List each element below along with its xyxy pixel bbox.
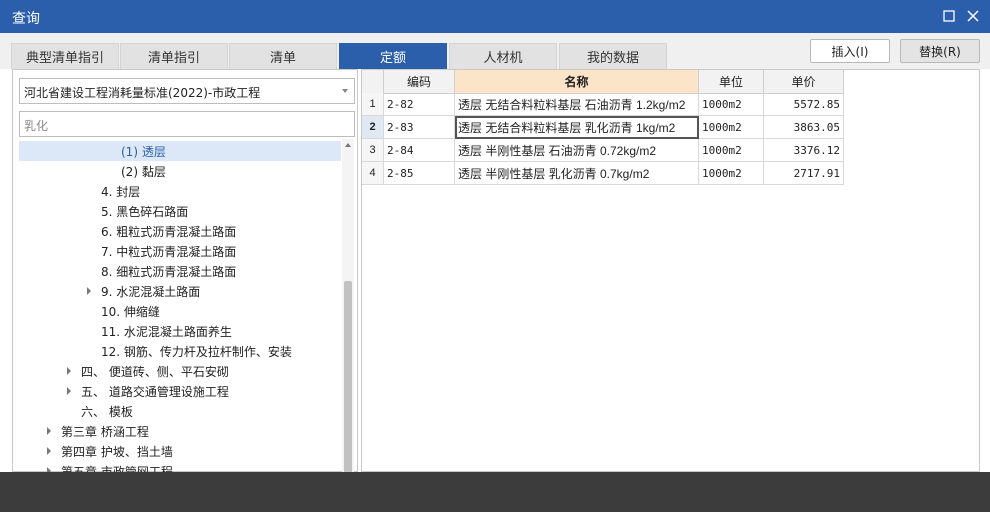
cell-price[interactable]: 5572.85 <box>764 93 844 116</box>
expand-arrow-icon[interactable] <box>67 387 71 395</box>
tree-item[interactable]: 10. 伸缩缝 <box>19 301 341 321</box>
cell-code[interactable]: 2-83 <box>384 116 455 139</box>
grid-header-name[interactable]: 名称 <box>455 70 699 94</box>
tree-item[interactable]: (1) 透层 <box>19 141 341 161</box>
maximize-icon[interactable] <box>938 5 960 27</box>
cell-unit[interactable]: 1000m2 <box>699 116 764 139</box>
cell-price[interactable]: 2717.91 <box>764 162 844 185</box>
tree-item-label: 11. 水泥混凝土路面养生 <box>101 324 232 339</box>
tab-quota[interactable]: 定额 <box>339 43 447 69</box>
row-number[interactable]: 2 <box>362 116 384 139</box>
search-input[interactable]: 乳化 <box>19 111 355 137</box>
tree-item-label: 12. 钢筋、传力杆及拉杆制作、安装 <box>101 344 292 359</box>
insert-button[interactable]: 插入(I) <box>810 39 890 63</box>
tree-item-label: (2) 黏层 <box>121 164 166 179</box>
cell-unit[interactable]: 1000m2 <box>699 139 764 162</box>
scroll-up-icon[interactable] <box>345 143 351 147</box>
dialog-title: 查询 <box>12 11 40 27</box>
tree-item[interactable]: (2) 黏层 <box>19 161 341 181</box>
tree-item-label: 六、 模板 <box>81 404 133 419</box>
taskbar <box>0 472 990 512</box>
tree-item[interactable]: 第三章 桥涵工程 <box>19 421 341 441</box>
tab-labor-material-machine[interactable]: 人材机 <box>449 43 557 69</box>
tree-item[interactable]: 五、 道路交通管理设施工程 <box>19 381 341 401</box>
tree-item[interactable]: 六、 模板 <box>19 401 341 421</box>
library-select[interactable]: 河北省建设工程消耗量标准(2022)-市政工程 <box>19 78 355 104</box>
grid-header-price[interactable]: 单价 <box>764 70 844 94</box>
tree-item-label: 10. 伸缩缝 <box>101 304 160 319</box>
library-select-value: 河北省建设工程消耗量标准(2022)-市政工程 <box>24 86 261 100</box>
row-number[interactable]: 4 <box>362 162 384 185</box>
title-bar: 查询 <box>0 0 990 33</box>
cell-unit[interactable]: 1000m2 <box>699 93 764 116</box>
cell-price[interactable]: 3376.12 <box>764 139 844 162</box>
tree-item-label: (1) 透层 <box>121 144 166 159</box>
tree-item-label: 第五章 市政管网工程 <box>61 464 173 473</box>
tree-item-label: 6. 粗粒式沥青混凝土路面 <box>101 224 237 239</box>
cell-unit[interactable]: 1000m2 <box>699 162 764 185</box>
expand-arrow-icon[interactable] <box>47 427 51 435</box>
expand-arrow-icon[interactable] <box>87 287 91 295</box>
tree-item[interactable]: 11. 水泥混凝土路面养生 <box>19 321 341 341</box>
tab-bill-guide[interactable]: 清单指引 <box>120 43 228 69</box>
cell-name[interactable]: 透层 无结合料粒料基层 乳化沥青 1kg/m2 <box>455 116 699 139</box>
tree-item-label: 第三章 桥涵工程 <box>61 424 149 439</box>
expand-arrow-icon[interactable] <box>67 367 71 375</box>
scrollbar-thumb[interactable] <box>344 281 352 472</box>
tree-item[interactable]: 5. 黑色碎石路面 <box>19 201 341 221</box>
grid-header-code[interactable]: 编码 <box>384 70 455 94</box>
tree-item-label: 9. 水泥混凝土路面 <box>101 284 201 299</box>
close-icon[interactable] <box>962 5 984 27</box>
replace-button[interactable]: 替换(R) <box>900 39 980 63</box>
tree-item-label: 5. 黑色碎石路面 <box>101 204 189 219</box>
tab-my-data[interactable]: 我的数据 <box>559 43 667 69</box>
tree-item[interactable]: 第四章 护坡、挡土墙 <box>19 441 341 461</box>
tree-item-label: 8. 细粒式沥青混凝土路面 <box>101 264 237 279</box>
category-tree: (1) 透层 (2) 黏层 4. 封层 5. 黑色碎石路面 6. 粗粒式沥青混凝… <box>19 141 341 472</box>
tree-item-label: 第四章 护坡、挡土墙 <box>61 444 173 459</box>
tree-scrollbar[interactable] <box>342 139 354 472</box>
cell-code[interactable]: 2-84 <box>384 139 455 162</box>
tree-item[interactable]: 第五章 市政管网工程 <box>19 461 341 472</box>
tree-item[interactable]: 9. 水泥混凝土路面 <box>19 281 341 301</box>
grid-header-unit[interactable]: 单位 <box>699 70 764 94</box>
tab-typical-bill-guide[interactable]: 典型清单指引 <box>11 43 119 69</box>
cell-code[interactable]: 2-85 <box>384 162 455 185</box>
chevron-down-icon <box>342 89 348 93</box>
cell-name[interactable]: 透层 无结合料粒料基层 石油沥青 1.2kg/m2 <box>455 93 699 116</box>
grid-header-rownum <box>362 70 384 94</box>
left-panel: 河北省建设工程消耗量标准(2022)-市政工程 乳化 (1) 透层 (2) 黏层… <box>12 69 358 472</box>
tree-item-label: 7. 中粒式沥青混凝土路面 <box>101 244 237 259</box>
tree-item[interactable]: 四、 便道砖、侧、平石安砌 <box>19 361 341 381</box>
cell-code[interactable]: 2-82 <box>384 93 455 116</box>
tree-item[interactable]: 4. 封层 <box>19 181 341 201</box>
tree-item-label: 4. 封层 <box>101 184 141 199</box>
tree-item-label: 五、 道路交通管理设施工程 <box>81 384 229 399</box>
quota-grid: 编码 名称 单位 单价 1 2-82 透层 无结合料粒料基层 石油沥青 1.2k… <box>361 69 980 472</box>
tree-item-label: 四、 便道砖、侧、平石安砌 <box>81 364 229 379</box>
search-input-value: 乳化 <box>24 119 49 133</box>
row-number[interactable]: 1 <box>362 93 384 116</box>
tree-item[interactable]: 6. 粗粒式沥青混凝土路面 <box>19 221 341 241</box>
tab-bill[interactable]: 清单 <box>229 43 337 69</box>
row-number[interactable]: 3 <box>362 139 384 162</box>
tree-item[interactable]: 7. 中粒式沥青混凝土路面 <box>19 241 341 261</box>
cell-name[interactable]: 透层 半刚性基层 乳化沥青 0.7kg/m2 <box>455 162 699 185</box>
tab-bar: 典型清单指引 清单指引 清单 定额 人材机 我的数据 插入(I) 替换(R) <box>0 33 990 69</box>
cell-name[interactable]: 透层 半刚性基层 石油沥青 0.72kg/m2 <box>455 139 699 162</box>
cell-price[interactable]: 3863.05 <box>764 116 844 139</box>
tree-item[interactable]: 12. 钢筋、传力杆及拉杆制作、安装 <box>19 341 341 361</box>
expand-arrow-icon[interactable] <box>47 447 51 455</box>
tree-item[interactable]: 8. 细粒式沥青混凝土路面 <box>19 261 341 281</box>
query-dialog: 查询 典型清单指引 清单指引 清单 定额 人材机 我的数据 插入(I) 替换(R… <box>0 0 990 472</box>
